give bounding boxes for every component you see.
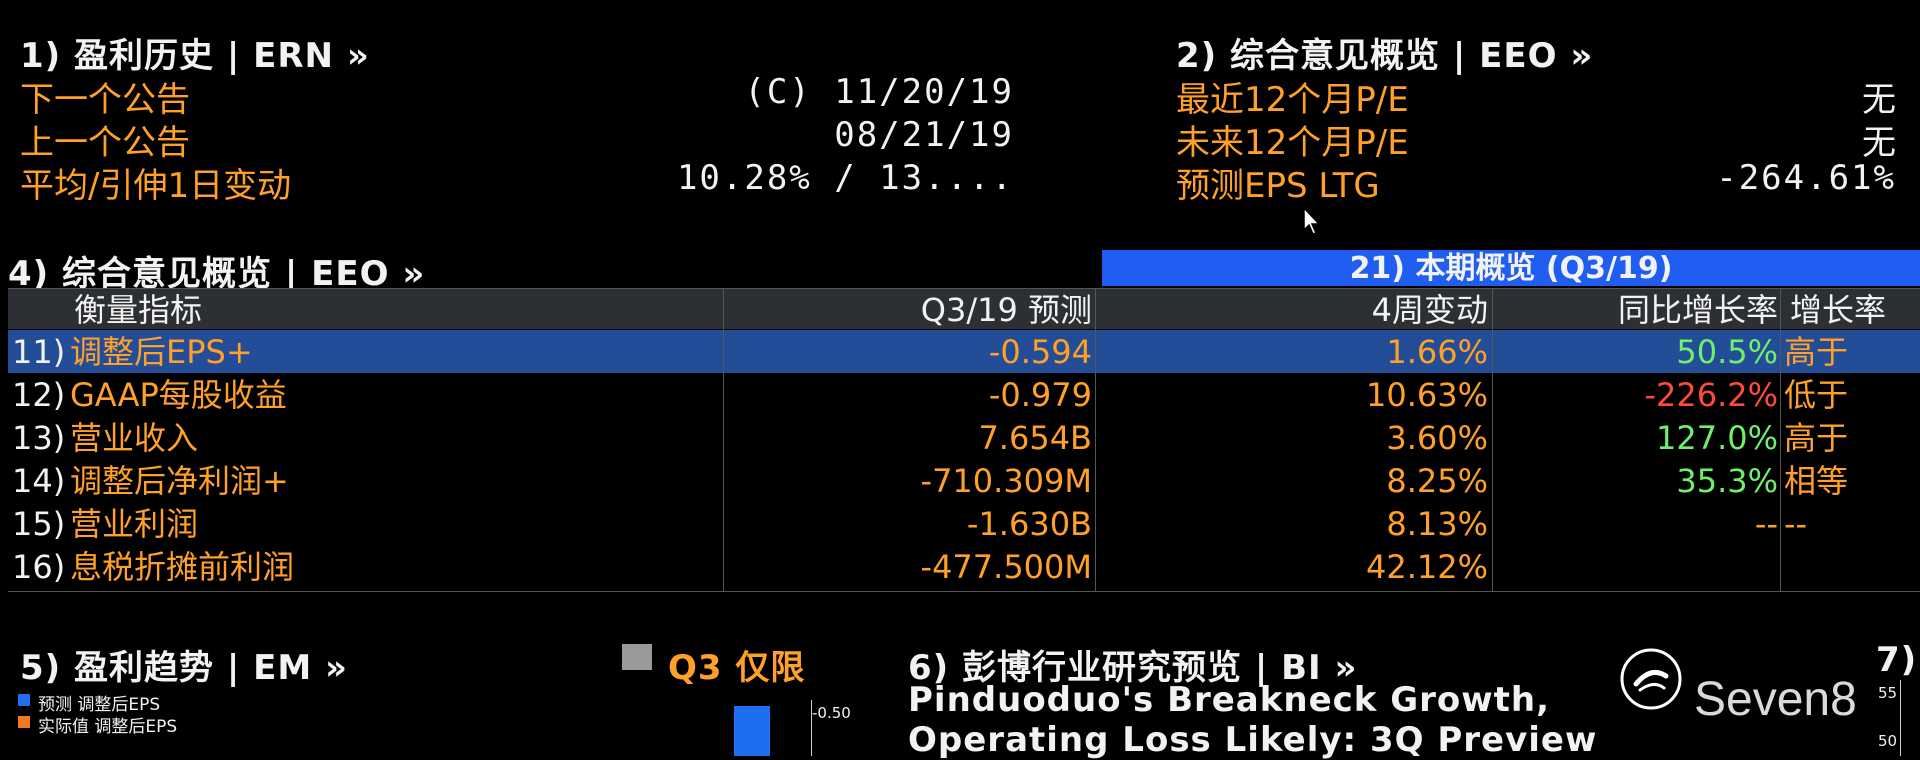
col-divider	[723, 289, 724, 591]
watermark-logo-icon	[1620, 648, 1682, 710]
watermark-text: Seven8	[1694, 673, 1857, 726]
col-divider	[1492, 289, 1493, 591]
row-growth: 相等	[1784, 462, 1849, 500]
row-number: 11)	[12, 333, 66, 371]
header-yoy-growth[interactable]: 同比增长率	[1618, 289, 1778, 329]
row-growth: 低于	[1784, 376, 1849, 414]
header-growth[interactable]: 增长率	[1790, 289, 1886, 329]
panel7-tick-2: 50	[1878, 732, 1898, 750]
bi-headline-line1[interactable]: Pinduoduo's Breakneck Growth,	[908, 680, 1550, 720]
col-divider	[1780, 289, 1781, 591]
earnings-trend-title[interactable]: 5) 盈利趋势 | EM »	[20, 640, 348, 689]
q3-only-checkbox[interactable]	[622, 644, 652, 670]
panel7-tick-1: 55	[1878, 684, 1898, 702]
current-period-banner[interactable]: 21) 本期概览 (Q3/19)	[1102, 250, 1920, 286]
row-metric: 营业利润	[70, 505, 199, 543]
row-number: 13)	[12, 419, 66, 457]
header-4wk-change[interactable]: 4周变动	[1372, 289, 1488, 329]
next-announcement-value: (C) 11/20/19	[744, 72, 1014, 112]
row-yoy-growth: -226.2%	[1644, 376, 1778, 414]
eps-ltg-value: -264.61%	[1716, 158, 1896, 198]
table-row[interactable]: 14) 调整后净利润+ -710.309M 8.25% 35.3% 相等	[8, 459, 1920, 502]
row-4wk-change: 3.60%	[1386, 419, 1488, 457]
header-forecast[interactable]: Q3/19 预测	[921, 289, 1092, 329]
row-forecast: 7.654B	[978, 419, 1092, 457]
row-growth: 高于	[1784, 333, 1849, 371]
earnings-history-title[interactable]: 1) 盈利历史 | ERN »	[20, 28, 370, 77]
trailing-pe-value: 无	[1862, 80, 1896, 120]
q3-only-label[interactable]: Q3 仅限	[668, 640, 805, 689]
row-metric: 息税折摊前利润	[70, 548, 295, 586]
row-4wk-change: 8.25%	[1386, 462, 1488, 500]
row-number: 15)	[12, 505, 66, 543]
row-forecast: -710.309M	[920, 462, 1092, 500]
panel7-title[interactable]: 7)	[1876, 640, 1917, 680]
row-metric: 调整后净利润+	[70, 462, 289, 500]
current-period-banner-label: 21) 本期概览 (Q3/19)	[1349, 251, 1673, 286]
next-announcement-label: 下一个公告	[20, 80, 190, 120]
eps-ltg-label: 预测EPS LTG	[1176, 166, 1380, 206]
row-yoy-growth: 35.3%	[1676, 462, 1778, 500]
consensus-table: 衡量指标 Q3/19 预测 4周变动 同比增长率 增长率 11) 调整后EPS+ -…	[8, 288, 1920, 592]
row-growth: 高于	[1784, 419, 1849, 457]
row-forecast: -1.630B	[966, 505, 1092, 543]
row-4wk-change: 42.12%	[1365, 548, 1488, 586]
row-yoy-growth: --	[1754, 505, 1778, 543]
table-row[interactable]: 12) GAAP每股收益 -0.979 10.63% -226.2% 低于	[8, 373, 1920, 416]
col-divider	[1095, 289, 1096, 591]
bi-headline-line2[interactable]: Operating Loss Likely: 3Q Preview	[908, 720, 1597, 760]
row-forecast: -477.500M	[920, 548, 1092, 586]
consensus-overview-title[interactable]: 2) 综合意见概览 | EEO »	[1176, 28, 1593, 77]
avg-move-value: 10.28% / 13....	[676, 158, 1014, 198]
header-metric[interactable]: 衡量指标	[74, 289, 202, 329]
row-forecast: -0.979	[988, 376, 1092, 414]
avg-move-label: 平均/引伸1日变动	[20, 166, 292, 206]
forward-pe-label: 未来12个月P/E	[1176, 123, 1409, 163]
axis-tick-label: -0.50	[812, 704, 851, 722]
legend-actual-label: 实际值 调整后EPS	[38, 717, 178, 737]
table-row[interactable]: 15) 营业利润 -1.630B 8.13% -- --	[8, 502, 1920, 545]
row-number: 12)	[12, 376, 66, 414]
last-announcement-value: 08/21/19	[834, 115, 1014, 155]
panel7-axis	[1900, 680, 1901, 756]
table-row[interactable]: 13) 营业收入 7.654B 3.60% 127.0% 高于	[8, 416, 1920, 459]
forecast-eps-bar	[734, 706, 770, 756]
row-yoy-growth: 127.0%	[1655, 419, 1778, 457]
row-metric: GAAP每股收益	[70, 376, 287, 414]
row-metric: 营业收入	[70, 419, 199, 457]
table-row[interactable]: 11) 调整后EPS+ -0.594 1.66% 50.5% 高于	[8, 330, 1920, 373]
row-4wk-change: 1.66%	[1386, 333, 1488, 371]
table-row[interactable]: 16) 息税折摊前利润 -477.500M 42.12%	[8, 545, 1920, 588]
row-number: 14)	[12, 462, 66, 500]
row-4wk-change: 10.63%	[1365, 376, 1488, 414]
row-growth: --	[1784, 505, 1808, 543]
row-metric: 调整后EPS+	[70, 333, 253, 371]
row-number: 16)	[12, 548, 66, 586]
row-yoy-growth: 50.5%	[1676, 333, 1778, 371]
row-4wk-change: 8.13%	[1386, 505, 1488, 543]
legend-forecast-swatch	[18, 694, 30, 706]
legend-actual-swatch	[18, 716, 30, 728]
table-header: 衡量指标 Q3/19 预测 4周变动 同比增长率 增长率	[8, 289, 1920, 329]
mouse-cursor-icon	[1303, 206, 1321, 235]
forward-pe-value: 无	[1862, 123, 1896, 163]
trailing-pe-label: 最近12个月P/E	[1176, 80, 1409, 120]
row-forecast: -0.594	[988, 333, 1092, 371]
last-announcement-label: 上一个公告	[20, 123, 190, 163]
